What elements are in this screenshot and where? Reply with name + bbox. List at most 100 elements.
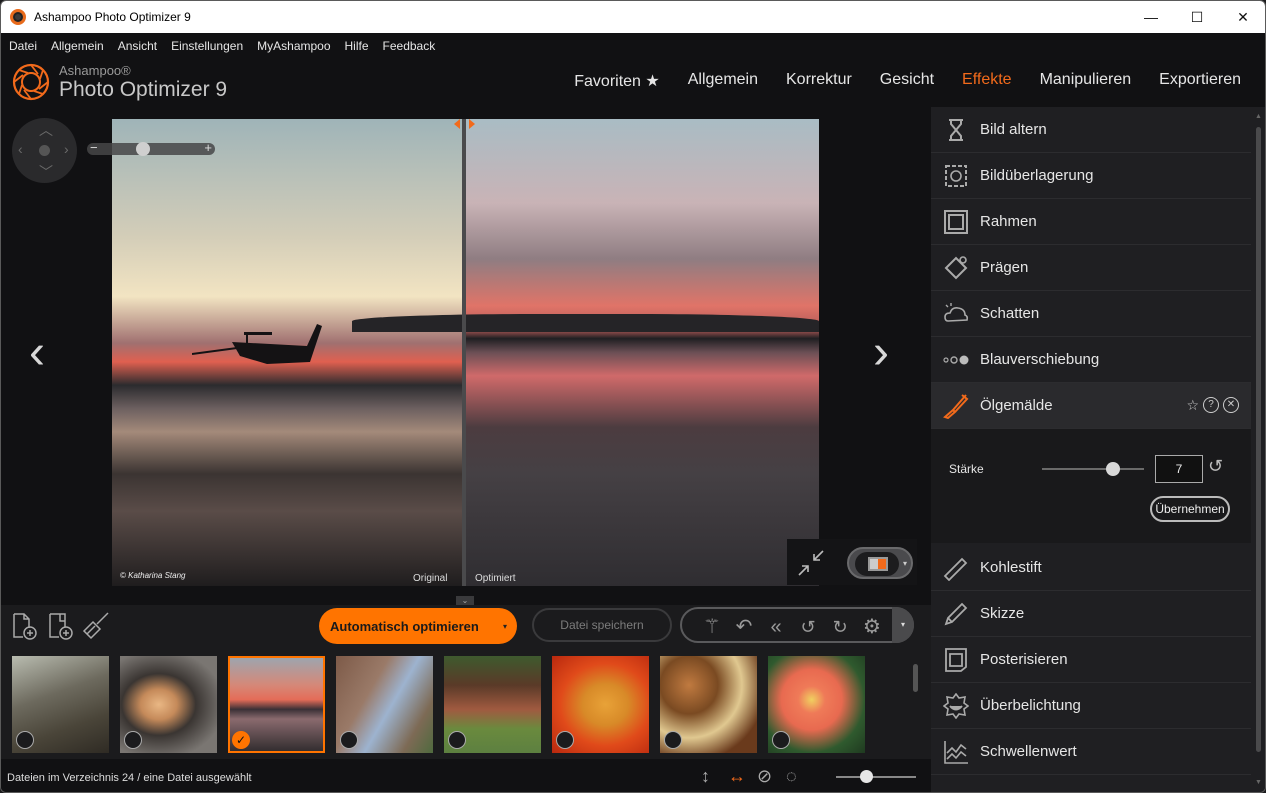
- pan-center-icon[interactable]: [39, 145, 50, 156]
- close-button[interactable]: ✕: [1220, 1, 1265, 33]
- filmstrip-scrollbar[interactable]: [913, 664, 918, 692]
- paint-brush-icon: [943, 393, 969, 419]
- thumbnail-selected[interactable]: ✓: [228, 656, 325, 753]
- next-image-arrow-icon[interactable]: ›: [873, 325, 889, 380]
- menu-myashampoo[interactable]: MyAshampoo: [257, 39, 330, 53]
- title-bar: Ashampoo Photo Optimizer 9 — ☐ ✕: [1, 1, 1265, 33]
- zoom-in-icon[interactable]: +: [204, 140, 212, 155]
- thumbnail[interactable]: [768, 656, 865, 753]
- effect-rahmen[interactable]: Rahmen: [931, 199, 1251, 245]
- tab-manipulieren[interactable]: Manipulieren: [1040, 71, 1132, 91]
- magic-wand-icon[interactable]: ⚚: [698, 613, 726, 641]
- deselect-dashed-circle-icon[interactable]: ◌: [786, 766, 797, 787]
- select-circle[interactable]: [556, 731, 574, 749]
- tools-dropdown-icon[interactable]: ▾: [892, 607, 914, 643]
- horizontal-layout-icon[interactable]: ↔: [728, 766, 746, 787]
- previous-image-arrow-icon[interactable]: ‹: [29, 325, 45, 380]
- undo-all-icon[interactable]: «: [762, 613, 790, 641]
- tab-allgemein[interactable]: Allgemein: [688, 71, 758, 91]
- effect-blauverschiebung[interactable]: Blauverschiebung: [931, 337, 1251, 383]
- tab-effekte[interactable]: Effekte: [962, 71, 1012, 91]
- thumbnail[interactable]: [12, 656, 109, 753]
- pan-navigator[interactable]: ︿ ﹀ ‹ ›: [12, 118, 77, 183]
- effect-schatten[interactable]: Schatten: [931, 291, 1251, 337]
- tab-gesicht[interactable]: Gesicht: [880, 71, 934, 91]
- effect-kohlestift[interactable]: Kohlestift: [931, 545, 1251, 591]
- select-circle[interactable]: [340, 731, 358, 749]
- selected-check-icon[interactable]: ✓: [232, 731, 250, 749]
- split-view-toggle[interactable]: ▾: [847, 547, 913, 579]
- split-divider[interactable]: [462, 119, 466, 586]
- select-circle[interactable]: [124, 731, 142, 749]
- menu-datei[interactable]: Datei: [9, 39, 37, 53]
- settings-gear-icon[interactable]: ⚙: [858, 613, 886, 641]
- menu-ansicht[interactable]: Ansicht: [118, 39, 157, 53]
- favorite-star-icon[interactable]: ☆: [1186, 397, 1199, 414]
- save-file-button[interactable]: Datei speichern: [532, 608, 672, 642]
- split-handle-right-icon[interactable]: [469, 119, 475, 129]
- effect-schwellenwert[interactable]: Schwellenwert: [931, 729, 1251, 775]
- select-circle[interactable]: [448, 731, 466, 749]
- tab-favoriten[interactable]: Favoriten ★: [574, 71, 659, 91]
- scroll-down-icon[interactable]: ▼: [1255, 779, 1262, 786]
- thumbnail[interactable]: [660, 656, 757, 753]
- effect-settings: Stärke 7 ↺ Übernehmen: [931, 429, 1251, 543]
- thumbnail[interactable]: [552, 656, 649, 753]
- close-effect-icon[interactable]: ✕: [1223, 397, 1239, 413]
- auto-optimize-label: Automatisch optimieren: [330, 618, 479, 634]
- effect-ueberbelichtung[interactable]: Überbelichtung: [931, 683, 1251, 729]
- effect-skizze[interactable]: Skizze: [931, 591, 1251, 637]
- fit-to-window-icon[interactable]: [797, 549, 825, 577]
- effect-praegen[interactable]: Prägen: [931, 245, 1251, 291]
- zoom-slider[interactable]: − +: [87, 140, 215, 156]
- add-file-icon[interactable]: [9, 611, 39, 641]
- add-folder-icon[interactable]: [45, 611, 75, 641]
- strength-value-input[interactable]: 7: [1155, 455, 1203, 483]
- auto-optimize-dropdown-icon[interactable]: ▾: [503, 622, 507, 631]
- preview-image[interactable]: © Katharina Stang Original Optimiert: [112, 119, 819, 586]
- help-icon[interactable]: ?: [1203, 397, 1219, 413]
- rotate-right-90-icon[interactable]: ↻: [826, 613, 854, 641]
- split-view-dropdown-icon[interactable]: ▾: [903, 559, 907, 568]
- zoom-slider-thumb[interactable]: [136, 142, 150, 156]
- effect-oelgemaelde[interactable]: Ölgemälde ☆ ? ✕: [931, 383, 1251, 429]
- effect-label: Kohlestift: [980, 559, 1042, 576]
- effect-posterisieren[interactable]: Posterisieren: [931, 637, 1251, 683]
- select-circle[interactable]: [772, 731, 790, 749]
- select-circle[interactable]: [16, 731, 34, 749]
- vertical-layout-icon[interactable]: ↕: [701, 766, 710, 787]
- split-handle-left-icon[interactable]: [454, 119, 460, 129]
- pan-right-icon[interactable]: ›: [64, 141, 69, 157]
- menu-allgemein[interactable]: Allgemein: [51, 39, 104, 53]
- thumbnail[interactable]: [444, 656, 541, 753]
- thumbnail[interactable]: [120, 656, 217, 753]
- thumbnail-size-thumb[interactable]: [860, 770, 873, 783]
- effects-scrollbar[interactable]: [1256, 127, 1261, 752]
- tab-korrektur[interactable]: Korrektur: [786, 71, 852, 91]
- pan-up-icon[interactable]: ︿: [39, 120, 53, 140]
- menu-hilfe[interactable]: Hilfe: [345, 39, 369, 53]
- menu-einstellungen[interactable]: Einstellungen: [171, 39, 243, 53]
- undo-icon[interactable]: ↶: [730, 613, 758, 641]
- reset-icon[interactable]: ↺: [1208, 456, 1223, 477]
- thumbnail[interactable]: [336, 656, 433, 753]
- strength-slider[interactable]: [1042, 468, 1144, 470]
- scroll-up-icon[interactable]: ▲: [1255, 113, 1262, 120]
- select-circle[interactable]: [664, 731, 682, 749]
- rotate-left-90-icon[interactable]: ↺: [794, 613, 822, 641]
- minimize-button[interactable]: —: [1128, 1, 1174, 33]
- tab-exportieren[interactable]: Exportieren: [1159, 71, 1241, 91]
- strength-slider-thumb[interactable]: [1106, 462, 1121, 476]
- pan-down-icon[interactable]: ﹀: [39, 162, 53, 182]
- maximize-button[interactable]: ☐: [1174, 1, 1220, 33]
- menu-feedback[interactable]: Feedback: [383, 39, 436, 53]
- apply-button[interactable]: Übernehmen: [1150, 496, 1230, 522]
- pan-left-icon[interactable]: ‹: [18, 141, 23, 157]
- effect-bildueberlagerung[interactable]: Bildüberlagerung: [931, 153, 1251, 199]
- thumbnail-size-slider[interactable]: [836, 770, 916, 783]
- zoom-out-icon[interactable]: −: [90, 140, 98, 155]
- clear-broom-icon[interactable]: [81, 611, 111, 641]
- select-all-check-icon[interactable]: ⊘: [757, 766, 772, 787]
- effect-bild-altern[interactable]: Bild altern: [931, 107, 1251, 153]
- auto-optimize-button[interactable]: Automatisch optimieren ▾: [319, 608, 517, 644]
